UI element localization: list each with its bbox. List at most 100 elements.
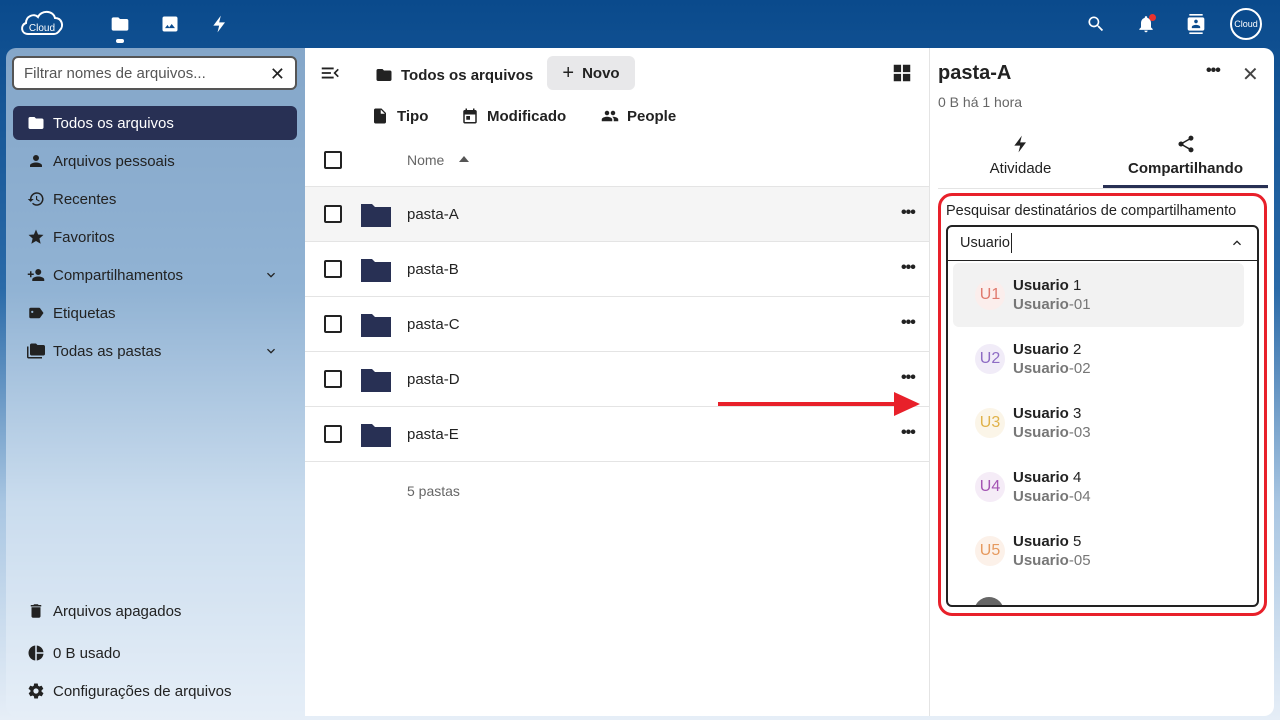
top-header: Cloud Cloud bbox=[0, 0, 1280, 48]
table-row[interactable]: pasta-D ••• bbox=[305, 351, 929, 406]
share-option-user-3[interactable]: U3 Usuario 3 Usuario-03 bbox=[953, 391, 1244, 455]
select-all-checkbox[interactable] bbox=[324, 151, 342, 169]
panel-title: pasta-A bbox=[938, 62, 1012, 84]
file-name[interactable]: pasta-B bbox=[407, 261, 459, 278]
option-display-name: Usuario 5 bbox=[1013, 533, 1082, 550]
column-header-name[interactable]: Nome bbox=[407, 152, 444, 168]
search-icon[interactable] bbox=[1084, 12, 1108, 36]
sidebar-item-personal-files[interactable]: Arquivos pessoais bbox=[13, 144, 297, 178]
folder-icon bbox=[28, 117, 44, 129]
user-avatar[interactable]: Cloud bbox=[1230, 8, 1262, 40]
sidebar-item-label: Compartilhamentos bbox=[53, 266, 184, 284]
row-checkbox[interactable] bbox=[324, 370, 342, 388]
chevron-down-icon[interactable] bbox=[263, 343, 279, 359]
sidebar-item-label: Arquivos apagados bbox=[53, 602, 182, 620]
files-app-icon[interactable] bbox=[108, 12, 132, 43]
table-row[interactable]: pasta-E ••• bbox=[305, 406, 929, 461]
file-icon bbox=[374, 108, 386, 124]
sidebar-item-recent[interactable]: Recentes bbox=[13, 182, 297, 216]
share-option-user-2[interactable]: U2 Usuario 2 Usuario-02 bbox=[953, 327, 1244, 391]
file-name[interactable]: pasta-C bbox=[407, 316, 460, 333]
contacts-icon[interactable] bbox=[1184, 12, 1208, 36]
folder-icon bbox=[361, 314, 391, 337]
sidebar-item-label: Etiquetas bbox=[53, 304, 116, 322]
tab-activity[interactable]: Atividade bbox=[938, 132, 1103, 188]
file-name[interactable]: pasta-D bbox=[407, 371, 460, 388]
activity-app-icon[interactable] bbox=[208, 12, 232, 36]
row-actions-icon[interactable]: ••• bbox=[901, 314, 916, 332]
share-option-user-5[interactable]: U5 Usuario 5 Usuario-05 bbox=[953, 519, 1244, 583]
share-recipient-search[interactable]: Usuario U1 Usuario 1 Usuario-01 U2 Usuar… bbox=[946, 225, 1259, 607]
row-actions-icon[interactable]: ••• bbox=[901, 424, 916, 442]
filter-label: Modificado bbox=[487, 107, 567, 125]
option-user-id: Usuario-03 bbox=[1013, 424, 1091, 441]
table-row[interactable]: pasta-B ••• bbox=[305, 241, 929, 296]
close-icon[interactable]: ✕ bbox=[1242, 62, 1259, 87]
chevron-up-icon[interactable] bbox=[1229, 235, 1245, 251]
new-button[interactable]: + Novo bbox=[547, 56, 635, 90]
option-user-id: Usuario-05 bbox=[1013, 552, 1091, 569]
people-icon bbox=[601, 110, 619, 122]
table-row[interactable]: pasta-A ••• bbox=[305, 186, 929, 241]
sidebar-toggle-icon[interactable] bbox=[319, 62, 341, 84]
table-end-divider bbox=[305, 461, 929, 462]
avatar: U1 bbox=[975, 280, 1005, 310]
sidebar-item-file-settings[interactable]: Configurações de arquivos bbox=[13, 674, 297, 708]
sidebar-item-deleted-files[interactable]: Arquivos apagados bbox=[13, 594, 297, 628]
row-checkbox[interactable] bbox=[324, 315, 342, 333]
breadcrumb[interactable]: Todos os arquivos bbox=[375, 60, 533, 90]
row-checkbox[interactable] bbox=[324, 425, 342, 443]
avatar: U3 bbox=[975, 408, 1005, 438]
option-user-id: Usuario-01 bbox=[1013, 296, 1091, 313]
row-checkbox[interactable] bbox=[324, 205, 342, 223]
grid-view-icon[interactable] bbox=[891, 62, 913, 84]
table-row[interactable]: pasta-C ••• bbox=[305, 296, 929, 351]
sidebar-item-tags[interactable]: Etiquetas bbox=[13, 296, 297, 330]
option-display-name: Usuario 4 bbox=[1013, 469, 1082, 486]
chevron-down-icon[interactable] bbox=[263, 267, 279, 283]
notifications-icon[interactable] bbox=[1134, 12, 1158, 36]
filter-type-button[interactable]: Tipo bbox=[371, 102, 428, 130]
sidebar-item-label: Todos os arquivos bbox=[53, 114, 174, 132]
storage-usage-label: 0 B usado bbox=[53, 644, 121, 662]
cloud-logo[interactable]: Cloud bbox=[18, 8, 66, 38]
folder-icon bbox=[361, 259, 391, 282]
sidebar-item-label: Todas as pastas bbox=[53, 342, 162, 360]
sidebar-item-label: Favoritos bbox=[53, 228, 115, 246]
details-sidebar: pasta-A 0 B há 1 hora ••• ✕ Atividade Co… bbox=[929, 48, 1274, 716]
more-actions-icon[interactable]: ••• bbox=[1206, 62, 1221, 80]
storage-usage[interactable]: 0 B usado bbox=[13, 636, 297, 670]
sidebar-item-favorites[interactable]: Favoritos bbox=[13, 220, 297, 254]
photos-app-icon[interactable] bbox=[158, 12, 182, 36]
history-icon bbox=[27, 192, 44, 206]
folder-icon bbox=[361, 424, 391, 447]
share-icon bbox=[1177, 135, 1193, 153]
row-actions-icon[interactable]: ••• bbox=[901, 369, 916, 387]
tab-sharing[interactable]: Compartilhando bbox=[1103, 132, 1268, 188]
sidebar-item-all-files[interactable]: Todos os arquivos bbox=[13, 106, 297, 140]
navigation-sidebar: Filtrar nomes de arquivos... ✕ Todos os … bbox=[6, 48, 305, 716]
filter-input[interactable]: Filtrar nomes de arquivos... ✕ bbox=[12, 56, 297, 90]
file-name[interactable]: pasta-A bbox=[407, 206, 459, 223]
calendar-icon bbox=[463, 108, 477, 124]
row-actions-icon[interactable]: ••• bbox=[901, 204, 916, 222]
filter-people-button[interactable]: People bbox=[601, 102, 676, 130]
folder-icon bbox=[361, 369, 391, 392]
notification-dot bbox=[1149, 14, 1156, 21]
share-search-value[interactable]: Usuario bbox=[960, 235, 1010, 251]
sidebar-item-shares[interactable]: Compartilhamentos bbox=[13, 258, 297, 292]
share-option-user-1[interactable]: U1 Usuario 1 Usuario-01 bbox=[953, 263, 1244, 327]
share-option-user-4[interactable]: U4 Usuario 4 Usuario-04 bbox=[953, 455, 1244, 519]
svg-text:Cloud: Cloud bbox=[29, 23, 55, 34]
avatar bbox=[974, 597, 1004, 605]
filter-modified-button[interactable]: Modificado bbox=[461, 102, 566, 130]
person-icon bbox=[30, 155, 42, 167]
annotation-arrow bbox=[718, 402, 898, 406]
tabs-divider bbox=[938, 188, 1268, 189]
sidebar-item-all-folders[interactable]: Todas as pastas bbox=[13, 334, 297, 368]
row-actions-icon[interactable]: ••• bbox=[901, 259, 916, 277]
row-checkbox[interactable] bbox=[324, 260, 342, 278]
file-name[interactable]: pasta-E bbox=[407, 426, 459, 443]
option-user-id: Usuario-04 bbox=[1013, 488, 1091, 505]
clear-filter-icon[interactable]: ✕ bbox=[270, 64, 285, 85]
